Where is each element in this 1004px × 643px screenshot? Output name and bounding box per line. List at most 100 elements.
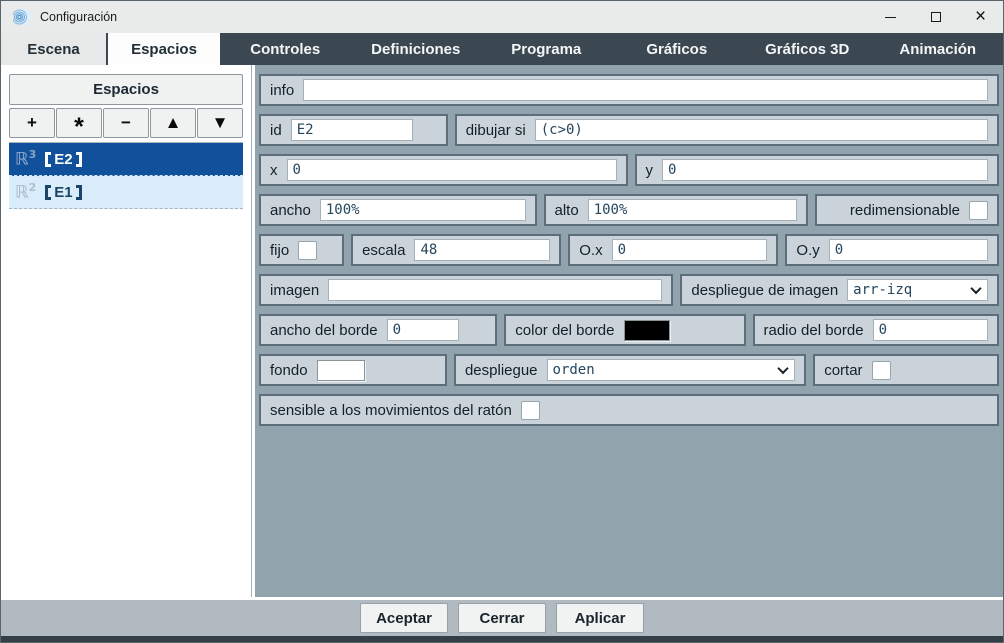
redimensionable-checkbox[interactable] [969, 201, 988, 220]
spaces-sidebar: Espacios + * − ▲ ▼ ℝ3 E2 ℝ2 E1 [1, 65, 252, 597]
minus-icon: − [121, 113, 131, 133]
escala-label: escala [362, 242, 405, 259]
content-area: Espacios + * − ▲ ▼ ℝ3 E2 ℝ2 E1 [1, 65, 1003, 597]
field-radio-borde: radio del borde [753, 314, 1000, 346]
field-sensible: sensible a los movimientos del ratón [259, 394, 999, 426]
info-input[interactable] [303, 79, 988, 101]
x-label: x [270, 162, 278, 179]
left-bracket-icon [45, 152, 51, 167]
close-dialog-button[interactable]: Cerrar [458, 603, 546, 633]
maximize-button[interactable] [913, 1, 958, 33]
ancho-borde-label: ancho del borde [270, 322, 378, 339]
triangle-down-icon: ▼ [212, 113, 229, 133]
y-input[interactable] [662, 159, 988, 181]
tab-graficos[interactable]: Gráficos [612, 33, 743, 65]
background-color-swatch[interactable] [317, 360, 365, 381]
field-ox: O.x [568, 234, 778, 266]
cortar-label: cortar [824, 362, 862, 379]
field-x: x [259, 154, 628, 186]
despliegue-imagen-select-wrap: arr-izq [847, 279, 988, 301]
x-input[interactable] [287, 159, 617, 181]
footer-bar: Aceptar Cerrar Aplicar [1, 597, 1003, 636]
r3-symbol: ℝ3 [15, 148, 36, 170]
remove-space-button[interactable]: − [103, 108, 149, 138]
field-y: y [635, 154, 999, 186]
field-ancho: ancho [259, 194, 537, 226]
despliegue-imagen-select[interactable]: arr-izq [847, 279, 988, 301]
field-despliegue: despliegue orden [454, 354, 806, 386]
minimize-button[interactable] [868, 1, 913, 33]
cortar-checkbox[interactable] [872, 361, 891, 380]
oy-input[interactable] [829, 239, 988, 261]
escala-input[interactable] [414, 239, 550, 261]
tab-controles[interactable]: Controles [220, 33, 351, 65]
triangle-up-icon: ▲ [165, 113, 182, 133]
border-color-swatch[interactable] [624, 320, 670, 341]
dibujar-si-label: dibujar si [466, 122, 526, 139]
field-color-borde: color del borde [504, 314, 745, 346]
maximize-icon [931, 12, 941, 22]
add-space-button[interactable]: + [9, 108, 55, 138]
field-id: id [259, 114, 448, 146]
move-up-button[interactable]: ▲ [150, 108, 196, 138]
field-fondo: fondo [259, 354, 447, 386]
radio-borde-label: radio del borde [764, 322, 864, 339]
r2-symbol: ℝ2 [15, 181, 36, 203]
imagen-label: imagen [270, 282, 319, 299]
alto-input[interactable] [588, 199, 798, 221]
redimensionable-label: redimensionable [850, 202, 960, 219]
left-bracket-icon [45, 185, 51, 200]
ox-input[interactable] [612, 239, 768, 261]
space-item-label: E1 [36, 184, 81, 201]
tab-animacion[interactable]: Animación [873, 33, 1004, 65]
descartes-logo-icon [13, 8, 31, 26]
field-ancho-borde: ancho del borde [259, 314, 497, 346]
tab-espacios[interactable]: Espacios [108, 33, 220, 65]
id-input[interactable] [291, 119, 413, 141]
tab-programa[interactable]: Programa [481, 33, 612, 65]
radio-borde-input[interactable] [873, 319, 988, 341]
field-alto: alto [544, 194, 809, 226]
oy-label: O.y [796, 242, 819, 259]
close-button[interactable]: × [958, 1, 1003, 33]
window-title: Configuración [40, 10, 117, 24]
sensible-checkbox[interactable] [521, 401, 540, 420]
minimize-icon [885, 17, 896, 18]
space-properties-form: info id dibujar si x [255, 65, 1003, 597]
title-bar: Configuración × [1, 1, 1003, 33]
asterisk-icon: * [74, 122, 84, 132]
imagen-input[interactable] [328, 279, 662, 301]
space-item-e2[interactable]: ℝ3 E2 [9, 143, 243, 176]
despliegue-label: despliegue [465, 362, 538, 379]
fijo-checkbox[interactable] [298, 241, 317, 260]
ancho-label: ancho [270, 202, 311, 219]
tab-definiciones[interactable]: Definiciones [351, 33, 482, 65]
move-down-button[interactable]: ▼ [197, 108, 243, 138]
space-item-label: E2 [36, 151, 81, 168]
duplicate-space-button[interactable]: * [56, 108, 102, 138]
field-cortar: cortar [813, 354, 999, 386]
despliegue-imagen-label: despliegue de imagen [691, 282, 838, 299]
color-borde-label: color del borde [515, 322, 614, 339]
tab-graficos-3d[interactable]: Gráficos 3D [742, 33, 873, 65]
accept-button[interactable]: Aceptar [360, 603, 448, 633]
despliegue-select-wrap: orden [547, 359, 796, 381]
field-dibujar-si: dibujar si [455, 114, 999, 146]
ancho-borde-input[interactable] [387, 319, 459, 341]
window-bottom-edge [1, 636, 1003, 642]
tab-escena[interactable]: Escena [1, 33, 106, 65]
info-label: info [270, 82, 294, 99]
apply-button[interactable]: Aplicar [556, 603, 644, 633]
alto-label: alto [555, 202, 579, 219]
plus-icon: + [27, 113, 37, 133]
ancho-input[interactable] [320, 199, 526, 221]
right-bracket-icon [76, 152, 82, 167]
field-fijo: fijo [259, 234, 344, 266]
space-item-e1[interactable]: ℝ2 E1 [9, 176, 243, 209]
field-oy: O.y [785, 234, 999, 266]
fondo-label: fondo [270, 362, 308, 379]
field-imagen: imagen [259, 274, 673, 306]
field-escala: escala [351, 234, 561, 266]
dibujar-si-input[interactable] [535, 119, 988, 141]
despliegue-select[interactable]: orden [547, 359, 796, 381]
